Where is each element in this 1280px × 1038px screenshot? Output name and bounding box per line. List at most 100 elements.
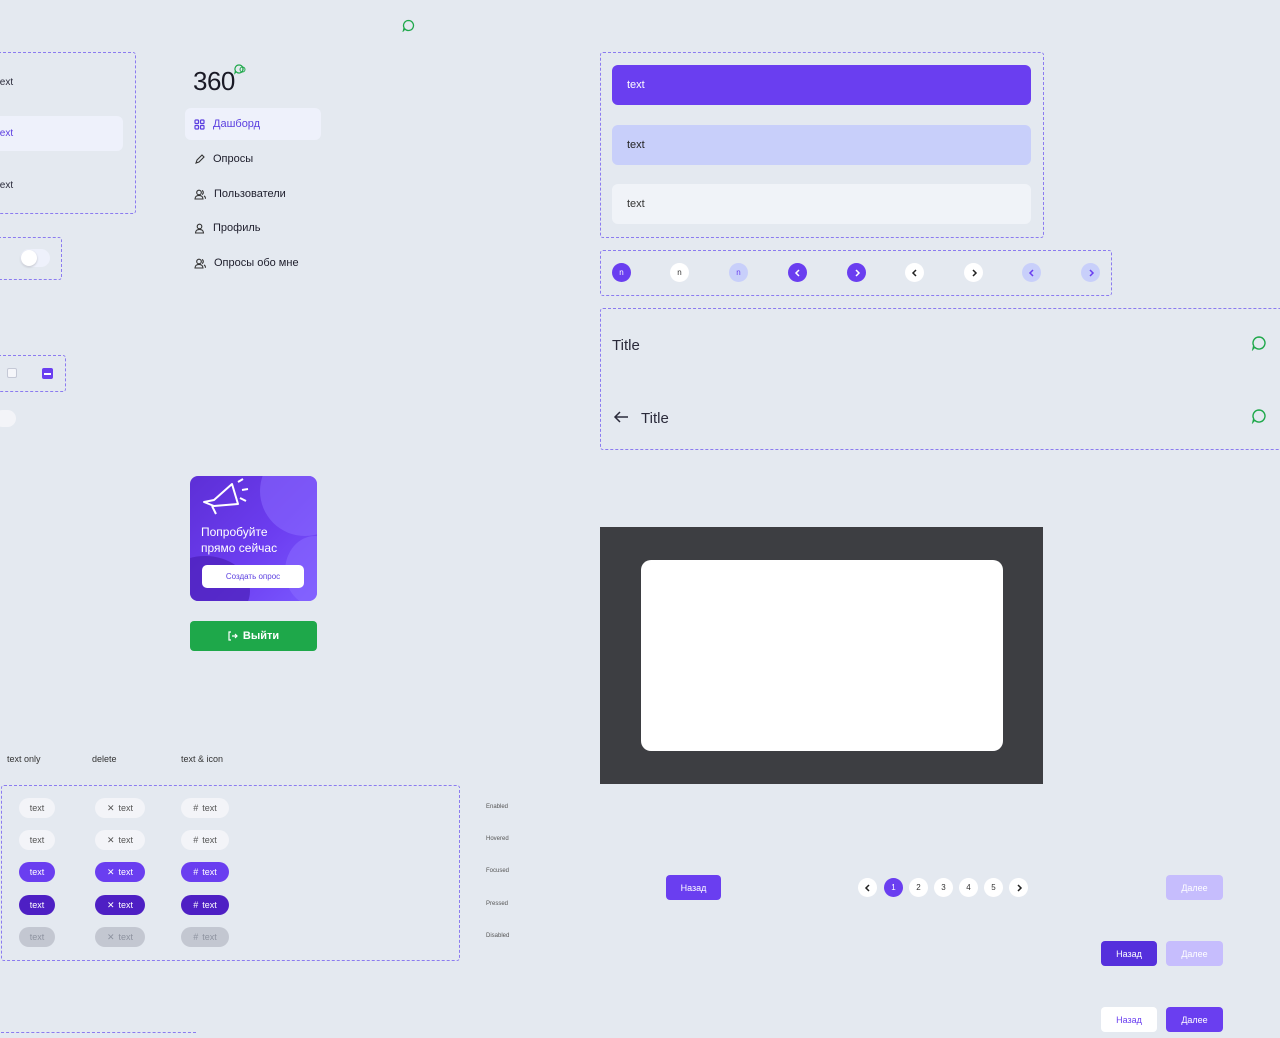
arrow-left-icon[interactable] (613, 410, 629, 424)
chip-icon-enabled[interactable]: # text (181, 798, 229, 818)
logo-bubble-icon (233, 64, 246, 75)
sidebar-item-label: Опросы обо мне (214, 257, 299, 269)
hash-icon: # (193, 835, 199, 845)
chip-delete-focused[interactable]: ✕ text (95, 862, 145, 882)
chevron-right-button-light[interactable] (1081, 263, 1100, 282)
hash-icon: # (193, 803, 199, 813)
logo: 360 (193, 64, 247, 97)
checkbox-indeterminate[interactable] (42, 368, 53, 379)
chevron-right-button-white[interactable] (964, 263, 983, 282)
grid-icon (194, 118, 205, 130)
circle-button-light[interactable]: n (729, 263, 748, 282)
sidebar-item-surveys-about-me[interactable]: Опросы обо мне (185, 247, 321, 279)
close-icon[interactable]: ✕ (107, 900, 115, 911)
close-icon: ✕ (106, 931, 115, 942)
chevron-right-icon (1088, 268, 1094, 277)
promo-card: Попробуйте прямо сейчас Создать опрос (190, 476, 317, 601)
hash-icon: # (193, 867, 199, 877)
chip-icon-disabled: # text (181, 927, 229, 947)
option-item-selected[interactable]: text (612, 65, 1031, 105)
text-list-item-active[interactable]: text (0, 128, 13, 139)
next-button-disabled: Далее (1166, 941, 1223, 966)
back-button[interactable]: Назад (666, 875, 721, 900)
chevron-left-button-light[interactable] (1022, 263, 1041, 282)
pencil-icon (195, 153, 205, 164)
circle-button-white[interactable]: n (670, 263, 689, 282)
pager-page[interactable]: 4 (959, 878, 978, 897)
text-list-item[interactable]: text (0, 180, 13, 191)
chip-icon-hovered[interactable]: # text (181, 830, 229, 850)
checkbox-empty[interactable] (7, 368, 17, 378)
chevron-left-icon (911, 268, 917, 277)
sidebar-item-surveys[interactable]: Опросы (185, 143, 321, 175)
chat-bubble-icon[interactable] (1251, 408, 1267, 424)
chip-delete-disabled: ✕ text (95, 927, 145, 947)
create-survey-button[interactable]: Создать опрос (202, 565, 304, 588)
pager-page[interactable]: 3 (934, 878, 953, 897)
chip-text-disabled: text (19, 927, 55, 947)
toggle-knob (21, 250, 37, 266)
megaphone-icon (203, 478, 249, 515)
hash-icon: # (193, 932, 199, 942)
toggle-switch[interactable] (20, 249, 50, 267)
option-item-hovered[interactable]: text (612, 125, 1031, 165)
column-header-text-only: text only (7, 754, 41, 764)
logout-button[interactable]: Выйти (190, 621, 317, 651)
back-button[interactable]: Назад (1101, 941, 1157, 966)
next-button[interactable]: Далее (1166, 1007, 1223, 1032)
chevron-left-icon (794, 268, 800, 277)
chevron-right-icon (1016, 883, 1022, 892)
close-icon[interactable]: ✕ (107, 867, 115, 878)
page-title-with-back: Title (641, 410, 669, 427)
sidebar-item-users[interactable]: Пользователи (185, 178, 321, 210)
sidebar-item-label: Профиль (213, 222, 261, 234)
chevron-left-button-primary[interactable] (788, 263, 807, 282)
chip-icon-focused[interactable]: # text (181, 862, 229, 882)
title-header-variants (600, 308, 1280, 450)
small-pill (0, 410, 16, 427)
circle-button-primary[interactable]: n (612, 263, 631, 282)
chevron-left-button-white[interactable] (905, 263, 924, 282)
pager-next[interactable] (1009, 878, 1028, 897)
back-button-secondary[interactable]: Назад (1101, 1007, 1157, 1032)
column-header-delete: delete (92, 754, 117, 764)
chat-bubble-icon (402, 19, 415, 32)
close-icon[interactable]: ✕ (107, 835, 115, 846)
modal-dialog (641, 560, 1003, 751)
chevron-right-icon (854, 268, 860, 277)
users-icon (194, 189, 206, 200)
chip-delete-enabled[interactable]: ✕ text (95, 798, 145, 818)
sidebar-item-label: Дашборд (213, 118, 261, 130)
users-icon (194, 258, 206, 269)
next-button-disabled: Далее (1166, 875, 1223, 900)
chip-text-hovered[interactable]: text (19, 830, 55, 850)
chips-grid (1, 785, 460, 961)
chip-text-pressed[interactable]: text (19, 895, 55, 915)
page-title: Title (612, 337, 640, 354)
sidebar-item-profile[interactable]: Профиль (185, 212, 321, 244)
pager-prev[interactable] (858, 878, 877, 897)
state-label-focused: Focused (486, 868, 510, 874)
promo-text: Попробуйте прямо сейчас (201, 525, 278, 555)
pager-page[interactable]: 5 (984, 878, 1003, 897)
chevron-right-button-primary[interactable] (847, 263, 866, 282)
sidebar-item-label: Опросы (213, 153, 254, 165)
option-item[interactable]: text (612, 184, 1031, 224)
close-icon[interactable]: ✕ (107, 803, 115, 814)
logout-label: Выйти (242, 630, 280, 642)
chat-bubble-icon[interactable] (1251, 335, 1267, 351)
hash-icon: # (193, 900, 199, 910)
chip-text-focused[interactable]: text (19, 862, 55, 882)
state-label-enabled: Enabled (486, 804, 509, 810)
chip-delete-hovered[interactable]: ✕ text (95, 830, 145, 850)
sidebar-item-label: Пользователи (214, 188, 286, 200)
chip-delete-pressed[interactable]: ✕ text (95, 895, 145, 915)
text-list-item[interactable]: text (0, 77, 13, 88)
sidebar-item-dashboard[interactable]: Дашборд (185, 108, 321, 140)
pager-page[interactable]: 1 (884, 878, 903, 897)
state-label-disabled: Disabled (486, 933, 510, 939)
pager-page[interactable]: 2 (909, 878, 928, 897)
chevron-left-icon (1028, 268, 1034, 277)
chip-text-enabled[interactable]: text (19, 798, 55, 818)
chip-icon-pressed[interactable]: # text (181, 895, 229, 915)
